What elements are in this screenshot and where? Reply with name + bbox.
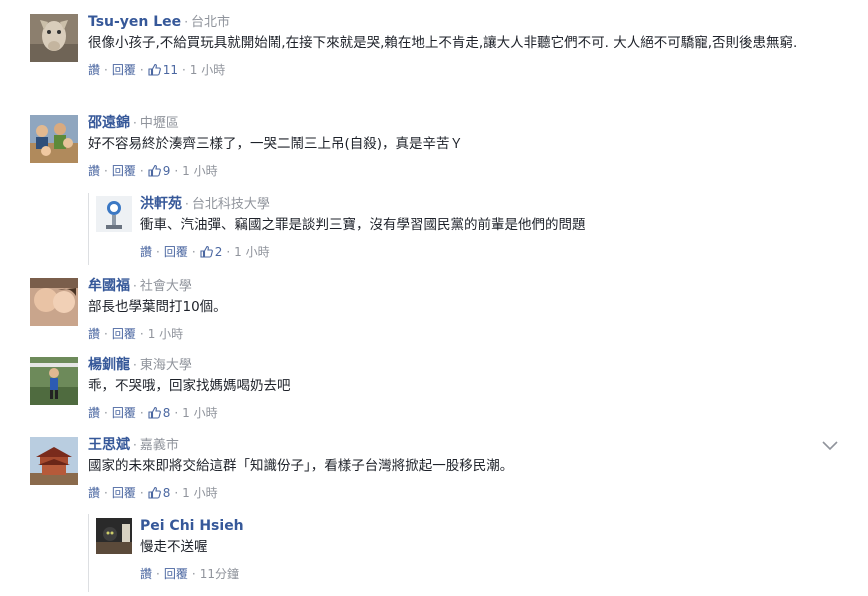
like-count[interactable]: 8 bbox=[148, 486, 170, 502]
avatar[interactable] bbox=[96, 518, 132, 554]
comment-actions: 讚 · 回覆 · 1 小時 bbox=[88, 327, 184, 341]
comment-actions: 讚 · 回覆 · 8 · 1 小時 bbox=[88, 486, 218, 502]
commenter-name[interactable]: Pei Chi Hsieh bbox=[140, 518, 244, 534]
timestamp[interactable]: 1 小時 bbox=[182, 164, 217, 178]
thumbs-up-icon bbox=[148, 406, 161, 422]
separator: · bbox=[133, 438, 137, 452]
avatar[interactable] bbox=[30, 278, 78, 326]
reply-button[interactable]: 回覆 bbox=[112, 164, 136, 178]
comment-actions: 讚 · 回覆 · 9 · 1 小時 bbox=[88, 164, 218, 180]
commenter-name[interactable]: 楊釧龍 bbox=[88, 357, 130, 373]
comment-actions: 讚 · 回覆 · 8 · 1 小時 bbox=[88, 406, 218, 422]
commenter-affiliation[interactable]: 台北科技大學 bbox=[192, 197, 270, 212]
commenter-name[interactable]: Tsu-yen Lee bbox=[88, 14, 181, 30]
commenter-affiliation[interactable]: 社會大學 bbox=[140, 279, 192, 294]
commenter-name[interactable]: 牟國福 bbox=[88, 278, 130, 294]
timestamp[interactable]: 11分鐘 bbox=[200, 567, 239, 581]
commenter-name[interactable]: 洪軒苑 bbox=[140, 196, 182, 212]
reply-thread-line bbox=[88, 514, 89, 592]
reply-button[interactable]: 回覆 bbox=[164, 245, 188, 259]
avatar[interactable] bbox=[30, 437, 78, 485]
timestamp[interactable]: 1 小時 bbox=[182, 406, 217, 420]
like-button[interactable]: 讚 bbox=[88, 63, 100, 77]
reply-button[interactable]: 回覆 bbox=[112, 63, 136, 77]
separator: · bbox=[133, 279, 137, 293]
comment-actions: 讚 · 回覆 · 11分鐘 bbox=[140, 567, 239, 581]
comment-text: 部長也學葉問打10個。 bbox=[88, 299, 227, 315]
separator: · bbox=[185, 197, 189, 211]
reply-thread-line bbox=[88, 193, 89, 265]
commenter-name[interactable]: 王思斌 bbox=[88, 437, 130, 453]
comment-actions: 讚 · 回覆 · 2 · 1 小時 bbox=[140, 245, 270, 261]
like-button[interactable]: 讚 bbox=[88, 486, 100, 500]
like-count[interactable]: 9 bbox=[148, 164, 170, 180]
separator: · bbox=[133, 116, 137, 130]
thumbs-up-icon bbox=[148, 164, 161, 180]
avatar[interactable] bbox=[30, 14, 78, 62]
reply-button[interactable]: 回覆 bbox=[112, 406, 136, 420]
avatar[interactable] bbox=[30, 115, 78, 163]
timestamp[interactable]: 1 小時 bbox=[182, 486, 217, 500]
comment-text: 很像小孩子,不給買玩具就開始鬧,在接下來就是哭,賴在地上不肯走,讓大人非聽它們不… bbox=[88, 35, 798, 51]
reply-button[interactable]: 回覆 bbox=[164, 567, 188, 581]
like-button[interactable]: 讚 bbox=[88, 406, 100, 420]
like-button[interactable]: 讚 bbox=[140, 245, 152, 259]
comment-text: 國家的未來即將交給這群「知識份子」，看樣子台灣將掀起一股移民潮。 bbox=[88, 458, 514, 474]
timestamp[interactable]: 1 小時 bbox=[234, 245, 269, 259]
reply-button[interactable]: 回覆 bbox=[112, 327, 136, 341]
like-button[interactable]: 讚 bbox=[88, 164, 100, 178]
comment-actions: 讚 · 回覆 · 11 · 1 小時 bbox=[88, 63, 226, 77]
separator: · bbox=[133, 358, 137, 372]
thumbs-up-icon bbox=[148, 63, 161, 79]
commenter-affiliation[interactable]: 東海大學 bbox=[140, 358, 192, 373]
comment-text: 慢走不送喔 bbox=[140, 539, 208, 555]
thumbs-up-icon bbox=[148, 486, 161, 502]
like-button[interactable]: 讚 bbox=[88, 327, 100, 341]
avatar[interactable] bbox=[96, 196, 132, 232]
commenter-name[interactable]: 邵遠錦 bbox=[88, 115, 130, 131]
commenter-affiliation[interactable]: 台北市 bbox=[191, 15, 230, 30]
comment-text: 乖，不哭哦，回家找媽媽喝奶去吧 bbox=[88, 378, 291, 394]
comment-text: 衝車、汽油彈、竊國之罪是談判三寶，沒有學習國民黨的前輩是他們的問題 bbox=[140, 217, 586, 233]
timestamp[interactable]: 1 小時 bbox=[190, 63, 225, 77]
thumbs-up-icon bbox=[200, 245, 213, 261]
commenter-affiliation[interactable]: 中壢區 bbox=[140, 116, 179, 131]
commenter-affiliation[interactable]: 嘉義市 bbox=[140, 438, 179, 453]
like-count[interactable]: 11 bbox=[148, 63, 178, 77]
chevron-down-icon[interactable] bbox=[822, 440, 838, 455]
reply-button[interactable]: 回覆 bbox=[112, 486, 136, 500]
separator: · bbox=[184, 15, 189, 29]
timestamp[interactable]: 1 小時 bbox=[148, 327, 183, 341]
like-count[interactable]: 2 bbox=[200, 245, 222, 261]
like-count[interactable]: 8 bbox=[148, 406, 170, 422]
like-button[interactable]: 讚 bbox=[140, 567, 152, 581]
comment-text: 好不容易終於湊齊三樣了，一哭二鬧三上吊(自殺)，真是辛苦Ｙ bbox=[88, 136, 464, 152]
avatar[interactable] bbox=[30, 357, 78, 405]
